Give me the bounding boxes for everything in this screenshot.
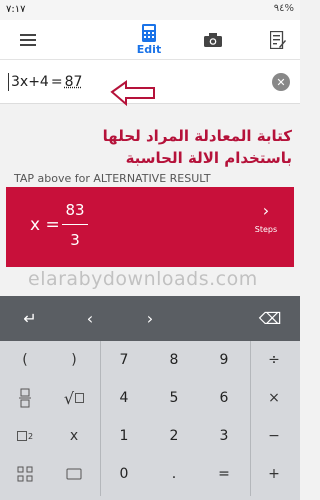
cursor-right-key[interactable]: › <box>125 296 175 341</box>
digit-6-key[interactable]: 6 <box>200 381 248 415</box>
abc-letters-icon <box>66 468 82 480</box>
hamburger-icon <box>20 34 36 46</box>
camera-button[interactable] <box>193 20 233 60</box>
digit-7-key[interactable]: 7 <box>100 343 148 377</box>
fraction-denominator: 3 <box>70 231 80 249</box>
enter-key[interactable]: ↵ <box>5 296 55 341</box>
keypad-row: 0 . = + <box>0 455 300 493</box>
result-card[interactable]: x = 83 3 › Steps <box>6 187 294 267</box>
cursor-left-key[interactable]: ‹ <box>65 296 115 341</box>
keypad-row: 2 x 1 2 3 − <box>0 417 300 455</box>
tab-edit-label: Edit <box>136 43 162 56</box>
menu-button[interactable] <box>8 20 48 60</box>
watermark: elarabydownloads.com <box>28 268 258 290</box>
annotation-line-1: كتابة المعادلة المراد لحلها <box>102 127 292 145</box>
square-placeholder-icon <box>16 431 27 441</box>
status-bar: ٧:١٧ ٩٤% <box>0 0 300 20</box>
plus-key[interactable]: + <box>250 457 298 491</box>
checklist-edit-icon <box>270 31 286 49</box>
annotation-text: كتابة المعادلة المراد لحلها باستخدام الا… <box>40 125 292 169</box>
steps-button[interactable]: › Steps <box>246 201 286 251</box>
keypad-row: √ 4 5 6 × <box>0 379 300 417</box>
sqrt-symbol: √ <box>63 388 75 408</box>
digit-4-key[interactable]: 4 <box>100 381 148 415</box>
calculator-icon <box>142 24 156 42</box>
digit-9-key[interactable]: 9 <box>200 343 248 377</box>
fraction-bar <box>62 224 88 225</box>
fraction-numerator: 83 <box>65 201 85 219</box>
keypad: ( ) 7 8 9 ÷ √ 4 5 6 × 2 x 1 2 3 − 0 . = … <box>0 341 300 500</box>
status-time: ٧:١٧ <box>6 4 26 15</box>
minus-key[interactable]: − <box>250 419 298 453</box>
tab-edit[interactable]: Edit <box>118 20 180 60</box>
equation-lhs: 3x+4 <box>11 74 49 90</box>
abc-key[interactable] <box>50 457 98 491</box>
open-paren-key[interactable]: ( <box>1 343 49 377</box>
battery-level: ٩٤% <box>273 3 294 14</box>
backspace-key[interactable]: ⌫ <box>245 296 295 341</box>
pointer-arrow-icon <box>110 80 155 107</box>
steps-document-button[interactable] <box>258 20 298 60</box>
result-variable: x = <box>30 215 60 235</box>
clear-button[interactable]: ✕ <box>272 73 290 91</box>
digit-2-key[interactable]: 2 <box>150 419 198 453</box>
keypad-divider <box>100 341 101 496</box>
divide-key[interactable]: ÷ <box>250 343 298 377</box>
steps-label: Steps <box>254 225 278 234</box>
digit-3-key[interactable]: 3 <box>200 419 248 453</box>
equals-sign: = <box>50 74 63 90</box>
keyboard-top-row: ↵ ‹ › ⌫ <box>0 296 300 341</box>
keypad-divider <box>250 341 251 496</box>
close-paren-key[interactable]: ) <box>50 343 98 377</box>
digit-5-key[interactable]: 5 <box>150 381 198 415</box>
math-keyboard: ↵ ‹ › ⌫ ( ) 7 8 9 ÷ √ 4 5 6 × 2 x 1 2 3 … <box>0 296 300 500</box>
multiply-key[interactable]: × <box>250 381 298 415</box>
x-variable-key[interactable]: x <box>50 419 98 453</box>
fraction-key[interactable] <box>1 381 49 415</box>
annotation-line-2: باستخدام الالة الحاسبة <box>125 149 292 167</box>
text-cursor <box>8 73 9 91</box>
more-functions-key[interactable] <box>1 457 49 491</box>
square-key[interactable]: 2 <box>1 419 49 453</box>
equals-key[interactable]: = <box>200 457 248 491</box>
close-icon: ✕ <box>276 75 286 89</box>
fraction-template-icon <box>19 388 31 408</box>
more-dots-icon <box>17 466 33 482</box>
camera-icon <box>204 33 222 47</box>
result-fraction: 83 3 <box>62 200 88 250</box>
equation-rhs: 87 <box>64 74 83 90</box>
digit-8-key[interactable]: 8 <box>150 343 198 377</box>
digit-1-key[interactable]: 1 <box>100 419 148 453</box>
decimal-key[interactable]: . <box>150 457 198 491</box>
app-bar: Edit <box>0 20 300 80</box>
exponent-2-glyph: 2 <box>27 431 34 441</box>
sqrt-placeholder-icon <box>75 393 85 403</box>
chevron-right-icon: › <box>262 201 270 220</box>
sqrt-key[interactable]: √ <box>50 381 98 415</box>
digit-0-key[interactable]: 0 <box>100 457 148 491</box>
keypad-row: ( ) 7 8 9 ÷ <box>0 341 300 379</box>
alternative-result-hint[interactable]: TAP above for ALTERNATIVE RESULT <box>14 172 211 185</box>
